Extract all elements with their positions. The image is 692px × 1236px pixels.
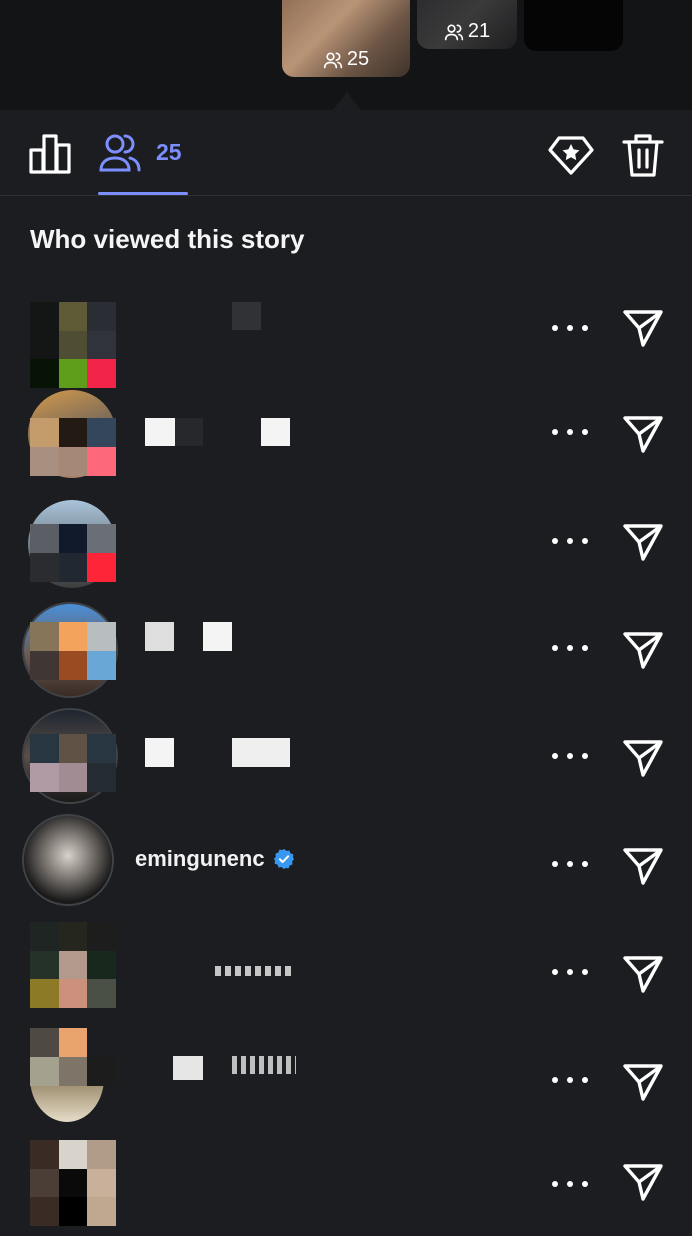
thumbnail-viewer-count: 25 [282,48,410,71]
viewer-count-label: 25 [156,138,182,165]
avatar-pixelated [30,734,116,792]
send-icon[interactable] [622,736,664,778]
more-horizontal-icon[interactable] [552,1074,588,1086]
avatar[interactable] [30,302,116,388]
thumbnail-viewer-count: 21 [417,20,517,43]
send-icon[interactable] [622,412,664,454]
diamond-star-icon[interactable] [548,132,594,178]
viewer-username-row: emingunenc [135,846,295,872]
viewer-row[interactable] [0,488,692,588]
redacted-username [232,302,261,330]
more-horizontal-icon[interactable] [552,966,588,978]
avatar-pixelated [30,1028,116,1086]
send-icon[interactable] [622,520,664,562]
viewer-row[interactable] [0,704,692,804]
viewer-row[interactable] [0,920,692,1020]
send-icon[interactable] [622,844,664,886]
viewers-sheet: 25 Who viewed this story emingunenc [0,110,692,1226]
send-icon[interactable] [622,952,664,994]
redacted-username [145,738,174,767]
redacted-username [261,418,290,446]
people-icon [99,134,141,172]
viewer-row[interactable] [0,380,692,480]
story-thumbnail-next[interactable]: 21 [417,0,517,49]
more-horizontal-icon[interactable] [552,322,588,334]
bar-chart-icon[interactable] [28,132,72,176]
avatar-pixelated [30,524,116,582]
send-icon[interactable] [622,628,664,670]
redacted-username [145,622,174,651]
more-horizontal-icon[interactable] [552,750,588,762]
avatar-pixelated [30,622,116,680]
viewer-row[interactable] [0,1028,692,1128]
trash-icon[interactable] [622,132,664,178]
active-tab-indicator [98,192,188,195]
selected-story-caret [333,92,361,110]
redacted-username [145,418,175,446]
viewer-row[interactable] [0,272,692,388]
send-icon[interactable] [622,306,664,348]
story-thumbnail-later[interactable] [524,0,623,51]
section-title: Who viewed this story [30,224,305,254]
tab-viewers[interactable]: 25 [98,130,182,174]
send-icon[interactable] [622,1160,664,1202]
redacted-username [232,738,290,767]
redacted-username [175,418,203,446]
avatar[interactable] [24,816,112,904]
more-horizontal-icon[interactable] [552,535,588,547]
redacted-username [203,622,232,651]
people-icon [323,52,343,68]
story-thumbnail-current[interactable]: 25 [282,0,410,77]
more-horizontal-icon[interactable] [552,426,588,438]
more-horizontal-icon[interactable] [552,642,588,654]
thumbnail-count-label: 25 [346,48,370,70]
viewer-row[interactable]: emingunenc [0,812,692,912]
viewer-username[interactable]: emingunenc [135,846,265,872]
viewer-row[interactable] [0,1136,692,1236]
more-horizontal-icon[interactable] [552,1178,588,1190]
people-icon [444,24,464,40]
sheet-tab-bar: 25 [0,110,692,196]
thumbnail-count-label: 21 [467,20,491,42]
redacted-username [173,1056,203,1080]
avatar[interactable] [30,922,116,1008]
redacted-username [215,966,295,976]
redacted-username [232,1056,296,1074]
verified-badge-icon [273,848,294,870]
avatar-pixelated [30,418,116,476]
viewer-row[interactable] [0,596,692,696]
avatar-pixelated [30,1140,116,1226]
send-icon[interactable] [622,1060,664,1102]
more-horizontal-icon[interactable] [552,858,588,870]
